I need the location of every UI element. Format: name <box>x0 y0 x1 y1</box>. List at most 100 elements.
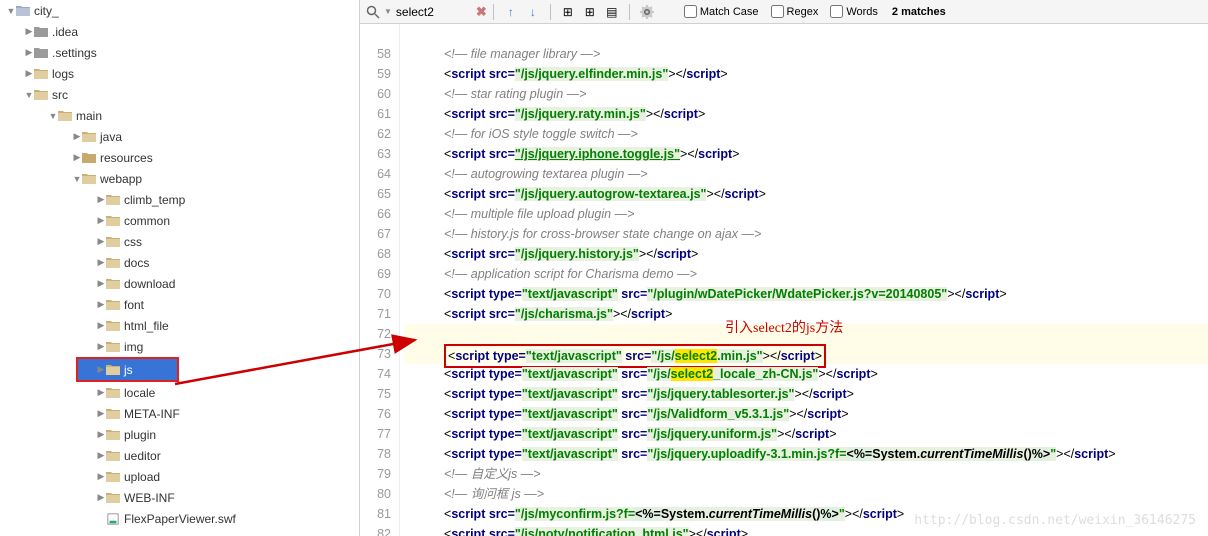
tree-item-main[interactable]: ▼main <box>0 105 359 126</box>
expand-icon[interactable]: ▼ <box>48 111 58 121</box>
folder-icon <box>106 407 120 421</box>
tree-label: .idea <box>52 25 78 39</box>
tree-item-src[interactable]: ▼src <box>0 84 359 105</box>
tree-item-js[interactable]: ▶ js <box>78 359 177 380</box>
line-number: 66 <box>360 204 391 224</box>
line-number: 72 <box>360 324 391 344</box>
line-number: 62 <box>360 124 391 144</box>
folder-icon <box>106 298 120 312</box>
tree-item-download[interactable]: ▶download <box>0 273 359 294</box>
folder-icon <box>82 172 96 186</box>
folder-icon <box>106 428 120 442</box>
folder-icon <box>106 235 120 249</box>
tree-item--idea[interactable]: ▶ .idea <box>0 21 359 42</box>
expand-icon[interactable]: ▶ <box>96 320 106 331</box>
expand-icon[interactable]: ▶ <box>72 152 82 163</box>
tree-item-plugin[interactable]: ▶plugin <box>0 424 359 445</box>
clear-search-icon[interactable]: ✖ <box>476 4 487 20</box>
tree-label: logs <box>52 67 74 81</box>
code-editor[interactable]: 5859606162636465666768697071727374757677… <box>360 24 1208 536</box>
expand-icon[interactable]: ▶ <box>96 429 106 440</box>
search-input[interactable] <box>396 5 476 19</box>
tree-label: html_file <box>124 319 169 333</box>
expand-icon[interactable]: ▶ <box>24 26 34 37</box>
tree-item-common[interactable]: ▶ common <box>0 210 359 231</box>
tree-root[interactable]: ▼ city_ <box>0 0 359 21</box>
tree-item-img[interactable]: ▶img <box>0 336 359 357</box>
tree-item-ueditor[interactable]: ▶ueditor <box>0 445 359 466</box>
line-gutter: 5859606162636465666768697071727374757677… <box>360 24 400 536</box>
expand-icon[interactable]: ▶ <box>96 257 106 268</box>
tree-item-docs[interactable]: ▶ docs <box>0 252 359 273</box>
prev-match-button[interactable]: ↑ <box>502 3 520 21</box>
tree-item-java[interactable]: ▶ java <box>0 126 359 147</box>
next-match-button[interactable]: ↓ <box>524 3 542 21</box>
tree-label: java <box>100 130 122 144</box>
folder-icon <box>106 193 120 207</box>
tree-label: font <box>124 298 144 312</box>
filter-icon[interactable]: ▤ <box>603 3 621 21</box>
folder-icon <box>16 4 30 18</box>
tree-item-resources[interactable]: ▶resources <box>0 147 359 168</box>
tree-item-html-file[interactable]: ▶ html_file <box>0 315 359 336</box>
tree-label: webapp <box>100 172 142 186</box>
folder-icon <box>82 130 96 144</box>
tree-item-webapp[interactable]: ▼ webapp <box>0 168 359 189</box>
tree-label: locale <box>124 386 155 400</box>
expand-icon[interactable]: ▶ <box>96 215 106 226</box>
line-number: 67 <box>360 224 391 244</box>
expand-icon[interactable]: ▼ <box>72 174 82 184</box>
folder-icon <box>58 109 72 123</box>
expand-icon[interactable]: ▶ <box>96 341 106 352</box>
expand-icon[interactable]: ▶ <box>72 131 82 142</box>
match-case-checkbox[interactable]: Match Case <box>684 5 759 18</box>
tree-label: js <box>124 363 133 377</box>
expand-icon[interactable]: ▶ <box>96 364 106 375</box>
expand-icon[interactable]: ▶ <box>96 236 106 247</box>
expand-icon[interactable]: ▶ <box>24 47 34 58</box>
select-all-icon[interactable]: ⊞ <box>581 3 599 21</box>
tree-label: docs <box>124 256 149 270</box>
folder-icon <box>106 214 120 228</box>
folder-icon <box>106 491 120 505</box>
search-bar: ▼ ✖ ↑ ↓ ⊞ ⊞ ▤ Match Case Regex Words 2 m… <box>360 0 1208 24</box>
expand-icon[interactable]: ▶ <box>24 68 34 79</box>
search-icon <box>366 5 380 19</box>
line-number <box>360 24 391 44</box>
search-dropdown-icon[interactable]: ▼ <box>384 7 392 16</box>
line-number: 71 <box>360 304 391 324</box>
words-checkbox[interactable]: Words <box>830 5 878 18</box>
line-number: 77 <box>360 424 391 444</box>
regex-checkbox[interactable]: Regex <box>771 5 819 18</box>
line-number: 70 <box>360 284 391 304</box>
tree-item-css[interactable]: ▶css <box>0 231 359 252</box>
expand-icon[interactable]: ▶ <box>96 194 106 205</box>
expand-icon[interactable]: ▶ <box>96 387 106 398</box>
line-number: 75 <box>360 384 391 404</box>
tree-label: common <box>124 214 170 228</box>
expand-icon[interactable]: ▼ <box>6 6 16 16</box>
gear-icon[interactable] <box>638 3 656 21</box>
expand-icon[interactable]: ▶ <box>96 471 106 482</box>
add-selection-icon[interactable]: ⊞ <box>559 3 577 21</box>
tree-item-flexpaperviewer-swf[interactable]: FlexPaperViewer.swf <box>0 508 359 529</box>
tree-item--settings[interactable]: ▶.settings <box>0 42 359 63</box>
tree-label: upload <box>124 470 160 484</box>
expand-icon[interactable]: ▶ <box>96 278 106 289</box>
tree-item-upload[interactable]: ▶ upload <box>0 466 359 487</box>
expand-icon[interactable]: ▶ <box>96 299 106 310</box>
line-number: 76 <box>360 404 391 424</box>
expand-icon[interactable]: ▶ <box>96 492 106 503</box>
tree-item-locale[interactable]: ▶ locale <box>0 382 359 403</box>
folder-icon <box>34 46 48 60</box>
folder-icon <box>34 88 48 102</box>
expand-icon[interactable]: ▶ <box>96 450 106 461</box>
tree-item-logs[interactable]: ▶ logs <box>0 63 359 84</box>
tree-item-climb-temp[interactable]: ▶climb_temp <box>0 189 359 210</box>
expand-icon[interactable]: ▼ <box>24 90 34 100</box>
expand-icon[interactable]: ▶ <box>96 408 106 419</box>
project-tree[interactable]: ▼ city_ ▶.idea▶.settings▶logs▼src▼main▶j… <box>0 0 360 536</box>
tree-item-meta-inf[interactable]: ▶META-INF <box>0 403 359 424</box>
tree-item-web-inf[interactable]: ▶WEB-INF <box>0 487 359 508</box>
tree-item-font[interactable]: ▶ font <box>0 294 359 315</box>
